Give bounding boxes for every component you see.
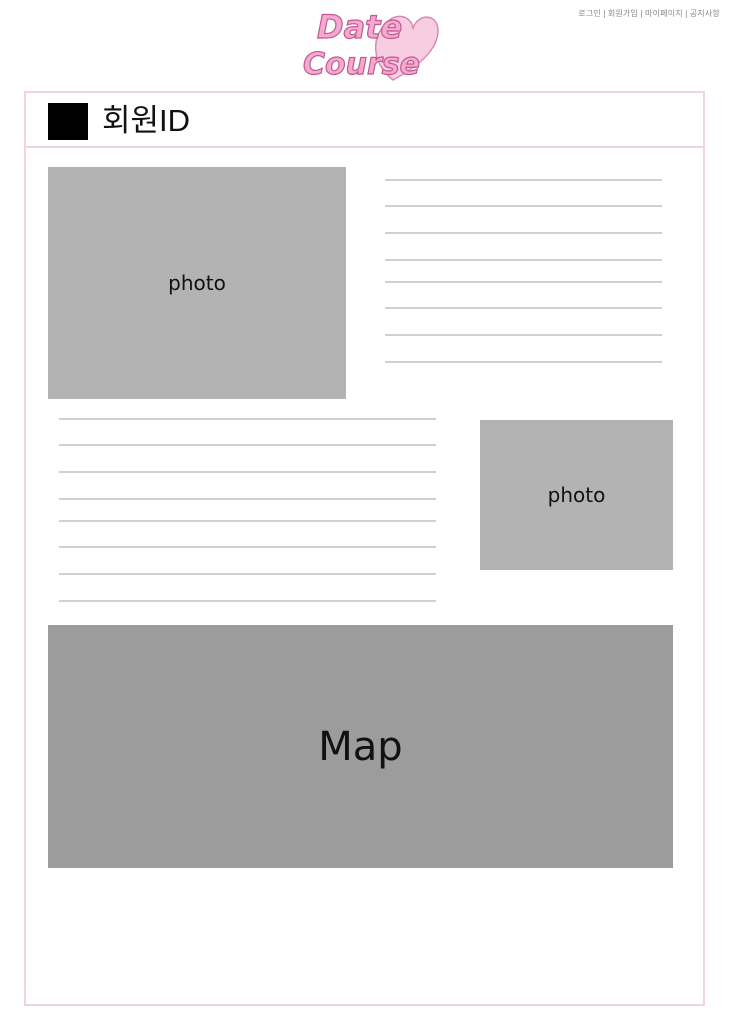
text-lines-block-1 <box>385 179 662 369</box>
nav-separator: | <box>684 9 688 18</box>
member-header: 회원ID <box>26 93 703 148</box>
page: 로그인 | 회원가입 | 마이페이지 | 공지사항 Date Course 회원ID pho… <box>0 0 729 1032</box>
text-line <box>385 259 662 261</box>
login-link[interactable]: 로그인 <box>578 9 601 18</box>
text-line <box>59 600 436 602</box>
date-course-logo[interactable]: Date Course <box>301 2 441 84</box>
text-line <box>385 232 662 234</box>
map-label: Map <box>318 723 403 770</box>
text-line <box>59 520 436 522</box>
text-line <box>59 546 436 548</box>
text-lines-block-2 <box>59 418 436 608</box>
text-line <box>59 418 436 420</box>
signup-link[interactable]: 회원가입 <box>608 9 638 18</box>
logo-text-course: Course <box>303 47 420 82</box>
text-line <box>385 307 662 309</box>
map-placeholder[interactable]: Map <box>48 625 673 868</box>
top-nav: 로그인 | 회원가입 | 마이페이지 | 공지사항 <box>578 8 720 19</box>
text-line <box>385 334 662 336</box>
text-line <box>385 205 662 207</box>
text-line <box>59 471 436 473</box>
logo-text-date: Date <box>317 8 402 46</box>
member-id-title: 회원ID <box>102 103 191 138</box>
text-line <box>385 361 662 363</box>
member-square-icon <box>48 103 88 140</box>
photo-placeholder-1[interactable]: photo <box>48 167 346 399</box>
text-line <box>59 498 436 500</box>
photo-label: photo <box>547 483 606 507</box>
mypage-link[interactable]: 마이페이지 <box>645 9 683 18</box>
text-line <box>385 179 662 181</box>
photo-label: photo <box>168 271 226 295</box>
text-line <box>59 573 436 575</box>
notice-link[interactable]: 공지사항 <box>690 9 720 18</box>
text-line <box>385 281 662 283</box>
photo-placeholder-2[interactable]: photo <box>480 420 673 570</box>
nav-separator: | <box>602 9 606 18</box>
nav-separator: | <box>640 9 644 18</box>
text-line <box>59 444 436 446</box>
